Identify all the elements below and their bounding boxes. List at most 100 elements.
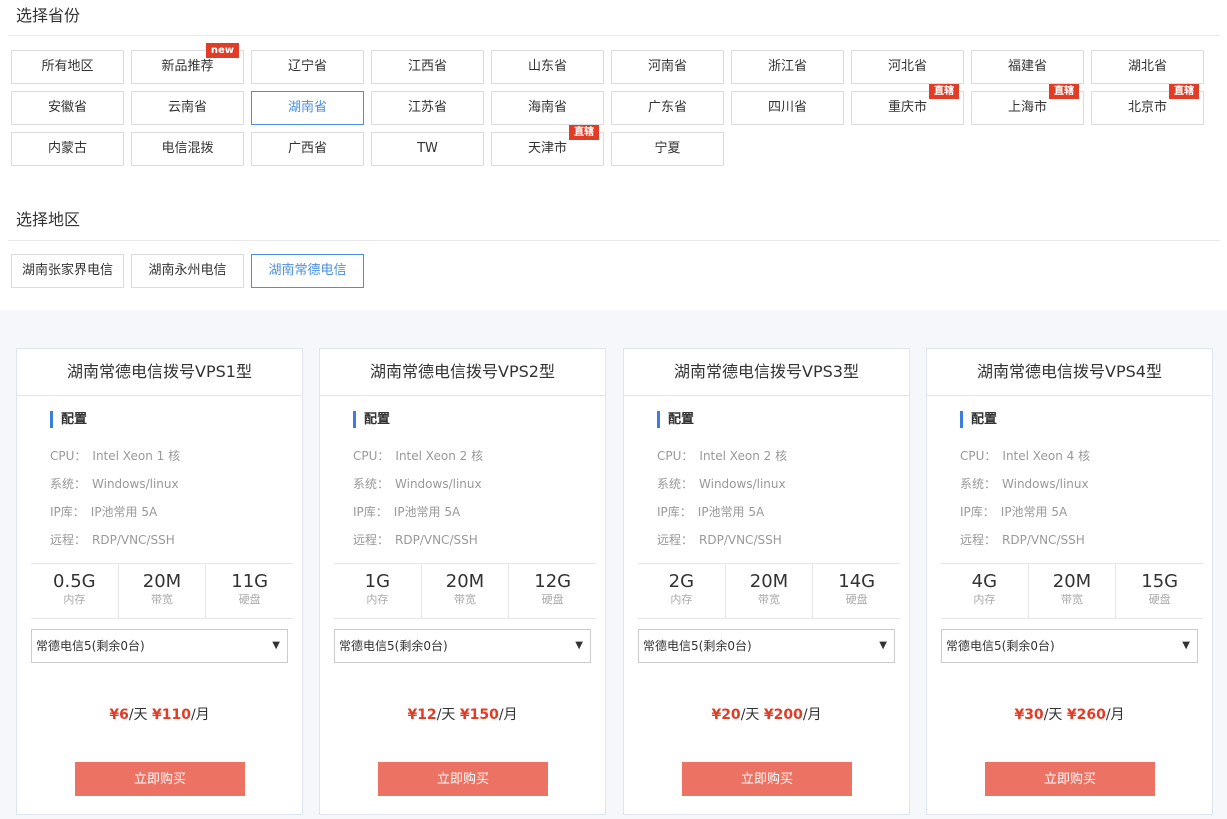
- line-select[interactable]: 常德电信5(剩余0台) ▼: [638, 629, 895, 663]
- spec-key: CPU：: [657, 449, 694, 463]
- province-chip[interactable]: 新品推荐 new: [131, 43, 244, 84]
- spec-value: Intel Xeon 2 核: [699, 449, 788, 463]
- stat-unit: 内存: [973, 593, 996, 606]
- province-chip[interactable]: 所有地区: [11, 50, 124, 84]
- spec-key: IP库：: [353, 505, 388, 519]
- price: ¥30/天 ¥260/月: [927, 704, 1212, 724]
- province-chip[interactable]: 广东省: [611, 91, 724, 125]
- stat-unit: 内存: [366, 593, 389, 606]
- province-chip[interactable]: 电信混拨: [131, 132, 244, 166]
- spec-row: 系统： Windows/linux: [50, 475, 179, 492]
- stat-cell: 20M 带宽: [119, 564, 207, 618]
- price-month: ¥200: [763, 707, 803, 723]
- stat-value: 1G: [364, 571, 391, 592]
- province-chip-label: 电信混拨: [161, 141, 214, 156]
- spec-value: Intel Xeon 1 核: [92, 449, 181, 463]
- spec-key: 远程：: [960, 533, 997, 547]
- price-day: ¥20: [711, 707, 741, 723]
- stat-value: 0.5G: [53, 571, 96, 592]
- province-badge: 直辖: [929, 84, 959, 99]
- region-chip[interactable]: 湖南永州电信: [131, 254, 244, 288]
- spec-value: Intel Xeon 2 核: [395, 449, 484, 463]
- spec-row: 远程： RDP/VNC/SSH: [50, 531, 175, 548]
- province-chip-label: TW: [417, 141, 438, 156]
- config-heading: 配置: [353, 411, 390, 428]
- province-chip[interactable]: 湖南省: [251, 91, 364, 125]
- line-select[interactable]: 常德电信5(剩余0台) ▼: [31, 629, 288, 663]
- province-chip-label: 天津市: [527, 141, 567, 156]
- province-chip-label: 河南省: [647, 59, 687, 74]
- price-day-unit: /天: [128, 707, 148, 723]
- province-chip-label: 重庆市: [887, 100, 927, 115]
- dropdown-arrow-icon: ▼: [879, 640, 887, 651]
- province-chip[interactable]: 江苏省: [371, 91, 484, 125]
- province-chip-label: 宁夏: [654, 141, 681, 156]
- stat-value: 15G: [1141, 571, 1179, 592]
- product-title: 湖南常德电信拨号VPS3型: [624, 349, 909, 396]
- province-chip[interactable]: 重庆市 直辖: [851, 84, 964, 125]
- stats-row: 2G 内存 20M 带宽 14G 硬盘: [638, 563, 900, 619]
- line-select-value: 常德电信5(剩余0台): [36, 639, 145, 653]
- product-title: 湖南常德电信拨号VPS4型: [927, 349, 1212, 396]
- province-chip[interactable]: 山东省: [491, 50, 604, 84]
- stat-cell: 20M 带宽: [1029, 564, 1117, 618]
- province-chip[interactable]: 天津市 直辖: [491, 125, 604, 166]
- price-day-unit: /天: [740, 707, 760, 723]
- region-chip[interactable]: 湖南常德电信: [251, 254, 364, 288]
- province-chip-label: 安徽省: [47, 100, 87, 115]
- spec-key: 远程：: [353, 533, 390, 547]
- stat-unit: 内存: [63, 593, 86, 606]
- spec-value: Windows/linux: [699, 477, 786, 491]
- province-chip[interactable]: 浙江省: [731, 50, 844, 84]
- line-select[interactable]: 常德电信5(剩余0台) ▼: [334, 629, 591, 663]
- province-chip-label: 湖北省: [1127, 59, 1167, 74]
- province-chip[interactable]: 福建省: [971, 50, 1084, 84]
- province-chip[interactable]: 广西省: [251, 132, 364, 166]
- province-divider: [8, 35, 1220, 36]
- spec-key: 系统：: [960, 477, 997, 491]
- province-chip[interactable]: 湖北省: [1091, 50, 1204, 84]
- province-chip[interactable]: TW: [371, 132, 484, 166]
- spec-row: 系统： Windows/linux: [960, 475, 1089, 492]
- buy-now-button[interactable]: 立即购买: [985, 762, 1155, 796]
- spec-key: IP库：: [960, 505, 995, 519]
- province-chip[interactable]: 江西省: [371, 50, 484, 84]
- province-chip[interactable]: 海南省: [491, 91, 604, 125]
- price: ¥12/天 ¥150/月: [320, 704, 605, 724]
- province-chip[interactable]: 云南省: [131, 91, 244, 125]
- stat-cell: 20M 带宽: [726, 564, 814, 618]
- price-month: ¥260: [1066, 707, 1106, 723]
- line-select-value: 常德电信5(剩余0台): [339, 639, 448, 653]
- line-select[interactable]: 常德电信5(剩余0台) ▼: [941, 629, 1198, 663]
- province-chip[interactable]: 河南省: [611, 50, 724, 84]
- stat-unit: 硬盘: [238, 593, 261, 606]
- spec-value: Intel Xeon 4 核: [1002, 449, 1091, 463]
- buy-now-button[interactable]: 立即购买: [682, 762, 852, 796]
- province-chip-label: 山东省: [527, 59, 567, 74]
- config-heading: 配置: [960, 411, 997, 428]
- buy-now-button[interactable]: 立即购买: [378, 762, 548, 796]
- region-chip[interactable]: 湖南张家界电信: [11, 254, 124, 288]
- province-chip-label: 辽宁省: [287, 59, 327, 74]
- province-chip[interactable]: 上海市 直辖: [971, 84, 1084, 125]
- province-chip-label: 浙江省: [767, 59, 807, 74]
- buy-now-button[interactable]: 立即购买: [75, 762, 245, 796]
- province-chip[interactable]: 北京市 直辖: [1091, 84, 1204, 125]
- price-day-unit: /天: [1043, 707, 1063, 723]
- province-chip[interactable]: 河北省: [851, 50, 964, 84]
- spec-value: Windows/linux: [1002, 477, 1089, 491]
- region-section-title: 选择地区: [16, 210, 81, 229]
- stats-row: 4G 内存 20M 带宽 15G 硬盘: [941, 563, 1203, 619]
- spec-row: CPU： Intel Xeon 4 核: [960, 447, 1090, 464]
- spec-key: 系统：: [50, 477, 87, 491]
- price-day-unit: /天: [436, 707, 456, 723]
- province-chip[interactable]: 安徽省: [11, 91, 124, 125]
- province-chip[interactable]: 宁夏: [611, 132, 724, 166]
- province-chip[interactable]: 四川省: [731, 91, 844, 125]
- region-divider: [8, 240, 1220, 241]
- province-chip-label: 江西省: [407, 59, 447, 74]
- province-chip[interactable]: 内蒙古: [11, 132, 124, 166]
- province-chip[interactable]: 辽宁省: [251, 50, 364, 84]
- spec-row: 远程： RDP/VNC/SSH: [353, 531, 478, 548]
- spec-row: 远程： RDP/VNC/SSH: [657, 531, 782, 548]
